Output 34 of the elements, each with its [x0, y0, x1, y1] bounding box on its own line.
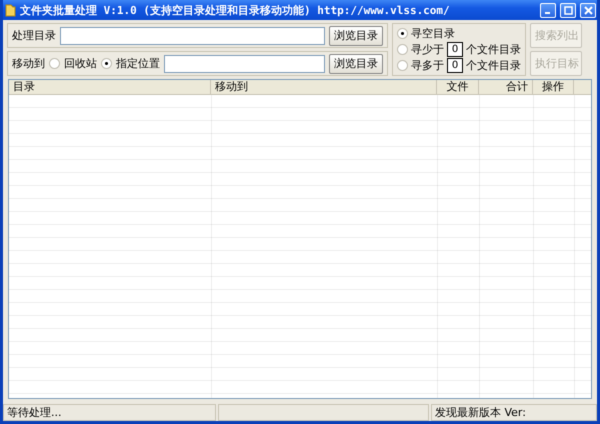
column-header[interactable]: 目录	[9, 80, 211, 94]
column-header[interactable]: 文件	[437, 80, 479, 94]
browse-button[interactable]: 浏览目录	[329, 26, 383, 46]
window-title: 文件夹批量处理 V:1.0 (支持空目录处理和目录移动功能) http://www.vlss.com/	[20, 2, 451, 18]
radio-button[interactable]	[49, 58, 60, 69]
column-header[interactable]: 操作	[533, 80, 574, 94]
unit-label: 个文件目录	[466, 58, 521, 74]
field-label: 移动到	[12, 56, 45, 71]
column-header[interactable]: 移动到	[211, 80, 437, 94]
field-label: 处理目录	[12, 28, 56, 43]
input-field[interactable]	[60, 26, 325, 44]
radio-button[interactable]	[397, 60, 408, 72]
status-text: 发现最新版本 Ver:	[431, 404, 597, 421]
count-field[interactable]: 0	[447, 42, 463, 57]
close-button[interactable]	[580, 2, 596, 18]
radio-label: 寻少于	[411, 42, 444, 57]
radio-label: 回收站	[64, 56, 97, 71]
maximize-icon	[564, 6, 572, 14]
minimize-button[interactable]	[540, 2, 556, 18]
close-icon	[584, 6, 592, 14]
maximize-button[interactable]	[560, 2, 576, 18]
folder-icon	[5, 4, 16, 16]
count-field[interactable]: 0	[447, 58, 463, 74]
radio-button[interactable]	[397, 44, 408, 55]
input-field[interactable]	[164, 54, 325, 72]
browse-button[interactable]: 浏览目录	[329, 54, 383, 74]
unit-label: 个文件目录	[466, 42, 521, 57]
radio-label: 指定位置	[116, 56, 160, 71]
status-text: 等待处理...	[3, 404, 216, 421]
radio-button[interactable]	[101, 58, 112, 69]
radio-button[interactable]	[397, 28, 408, 39]
radio-label: 寻空目录	[411, 26, 455, 41]
radio-label: 寻多于	[411, 58, 444, 74]
column-header[interactable]: 合计	[479, 80, 533, 94]
